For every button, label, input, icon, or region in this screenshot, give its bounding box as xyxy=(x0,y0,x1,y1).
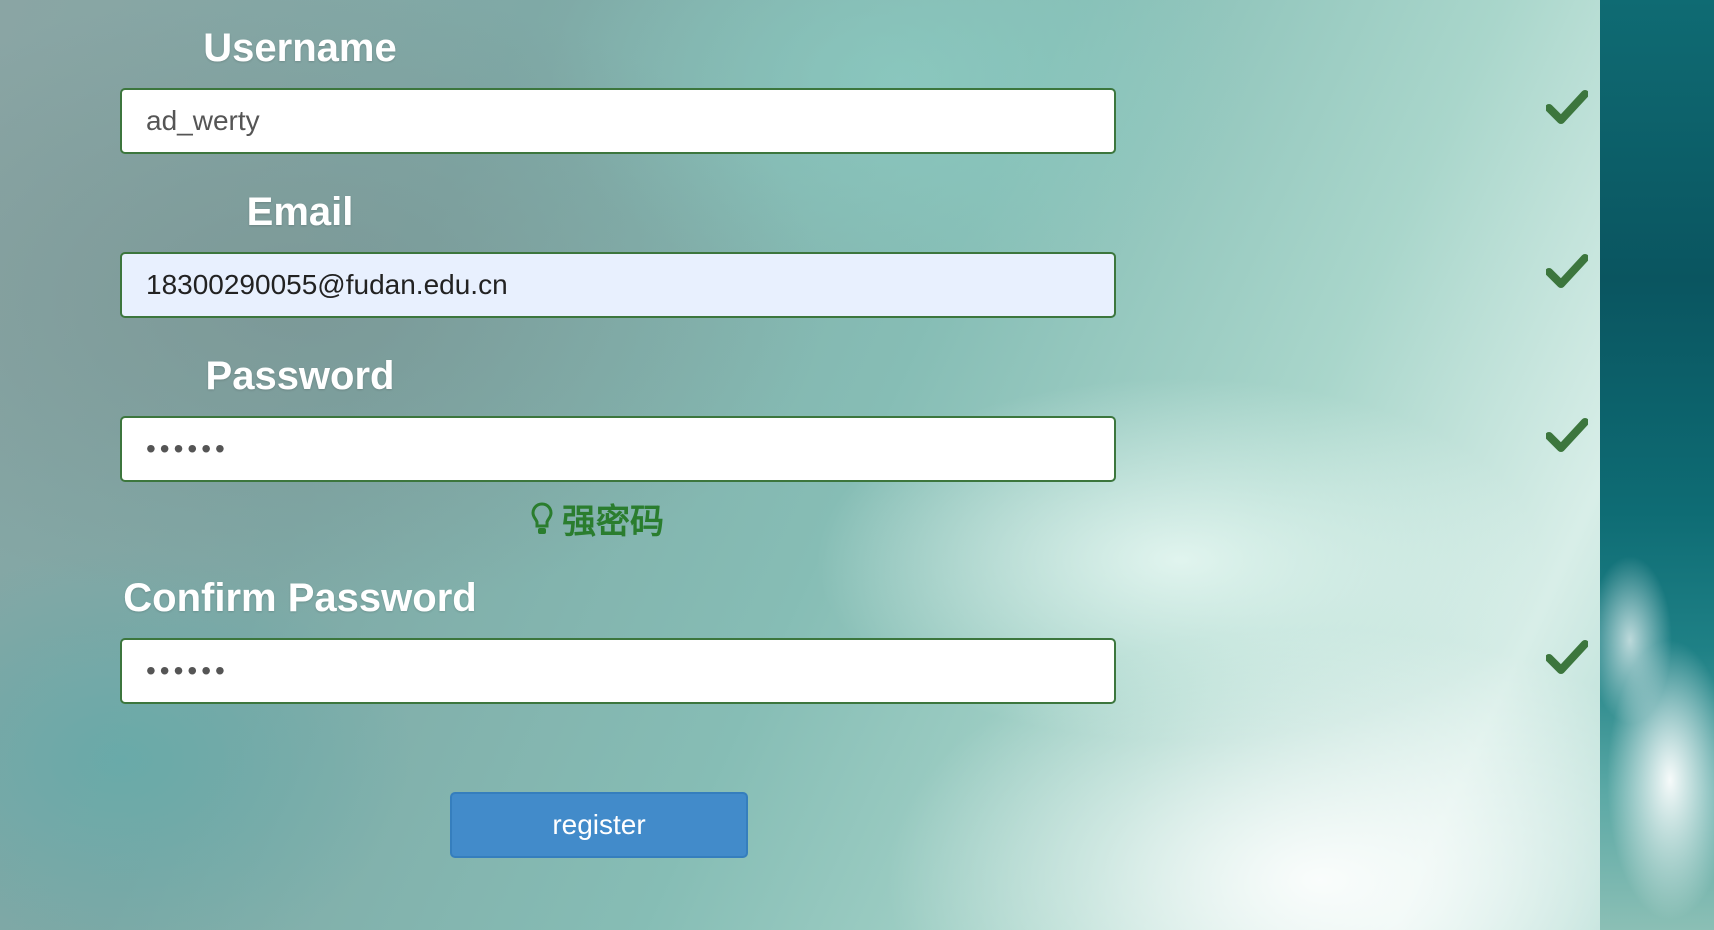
username-valid-checkmark-icon xyxy=(1546,90,1588,124)
register-form: Username Email Password 强密码 Confirm Pass… xyxy=(0,0,1714,930)
confirm-password-valid-checkmark-icon xyxy=(1546,640,1588,674)
lightbulb-icon xyxy=(531,501,553,534)
password-strength-text: 强密码 xyxy=(562,503,664,541)
password-strength-hint: 强密码 xyxy=(530,494,664,543)
confirm-password-label: Confirm Password xyxy=(123,576,477,620)
register-button[interactable]: register xyxy=(450,792,748,858)
confirm-password-input[interactable] xyxy=(120,638,1116,704)
username-input[interactable] xyxy=(120,88,1116,154)
password-input[interactable] xyxy=(120,416,1116,482)
email-input[interactable] xyxy=(120,252,1116,318)
password-valid-checkmark-icon xyxy=(1546,418,1588,452)
email-label: Email xyxy=(246,190,354,234)
username-label: Username xyxy=(203,26,397,70)
email-valid-checkmark-icon xyxy=(1546,254,1588,288)
password-label: Password xyxy=(205,354,395,398)
